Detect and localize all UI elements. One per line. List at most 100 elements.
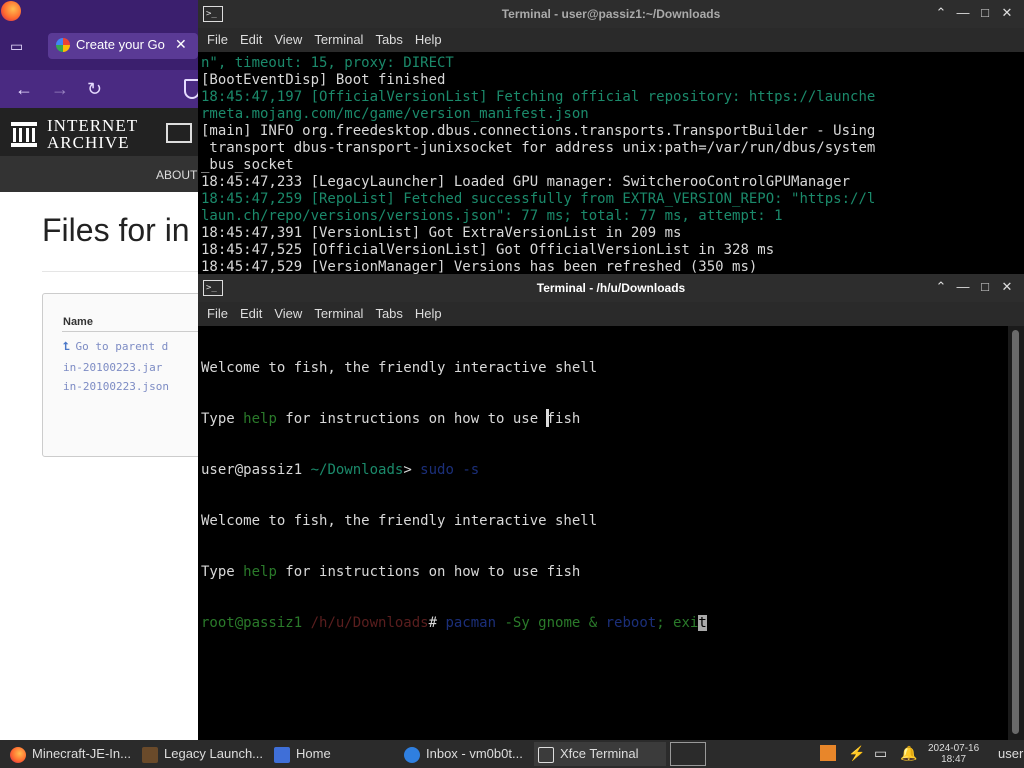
taskbar-item-inbox[interactable]: Inbox - vm0b0t... <box>404 742 526 766</box>
window-controls: ⌃ — □ ✕ <box>930 5 1018 21</box>
launcher-icon <box>142 746 158 763</box>
menu-bar: File Edit View Terminal Tabs Help <box>198 302 1024 326</box>
taskbar-item-label: Home <box>296 746 331 761</box>
terminal-line: 18:45:47,197 [OfficialVersionList] Fetch… <box>201 89 876 105</box>
line-text: for instructions on how to use fish <box>276 564 581 580</box>
menu-help[interactable]: Help <box>415 306 442 321</box>
titlebar[interactable]: >_ Terminal - /h/u/Downloads ⌃ — □ ✕ <box>198 274 1024 302</box>
taskbar-item-legacy-launcher[interactable]: Legacy Launch... <box>142 742 268 766</box>
menu-edit[interactable]: Edit <box>240 32 262 47</box>
divider <box>42 271 202 272</box>
reload-button[interactable]: ↻ <box>87 79 102 100</box>
prompt-path: /h/u/Downloads <box>302 615 429 631</box>
back-button[interactable]: ← <box>15 79 33 100</box>
ia-building-icon[interactable] <box>10 120 38 148</box>
workspace-switcher[interactable] <box>670 742 706 766</box>
terminal-line: rmeta.mojang.com/mc/game/version_manifes… <box>201 106 589 122</box>
menu-bar: File Edit View Terminal Tabs Help <box>198 28 1024 52</box>
ibeam-cursor-icon <box>546 409 549 427</box>
menu-file[interactable]: File <box>207 32 228 47</box>
prompt-symbol: > <box>403 462 421 478</box>
menu-terminal[interactable]: Terminal <box>314 32 363 47</box>
up-arrow-icon: ⮤ <box>63 340 70 353</box>
command-input-line[interactable]: root@passiz1 /h/u/Downloads# pacman -Sy … <box>201 615 1008 632</box>
file-link[interactable]: in-20100223.jar <box>63 361 162 374</box>
page-title: Files for in <box>42 212 190 248</box>
about-link[interactable]: ABOUT <box>156 168 197 182</box>
menu-view[interactable]: View <box>274 32 302 47</box>
menu-tabs[interactable]: Tabs <box>375 306 402 321</box>
menu-terminal[interactable]: Terminal <box>314 306 363 321</box>
taskbar-item-label: Inbox - vm0b0t... <box>426 746 523 761</box>
scrollbar[interactable] <box>1008 326 1024 740</box>
tab-list-icon[interactable]: ▭ <box>10 38 32 56</box>
folder-icon <box>274 746 290 763</box>
terminal-line: transport dbus-transport-junixsocket for… <box>201 140 876 156</box>
close-tab-icon[interactable]: ✕ <box>175 36 187 53</box>
notification-bell-icon[interactable]: 🔔 <box>900 745 917 762</box>
terminal-line: Type help for instructions on how to use… <box>201 411 1008 428</box>
minimize-button[interactable]: — <box>952 5 974 20</box>
file-link[interactable]: in-20100223.json <box>63 380 169 393</box>
line-text: Type <box>201 411 244 427</box>
taskbar-item-home[interactable]: Home <box>274 742 394 766</box>
titlebar[interactable]: >_ Terminal - user@passiz1:~/Downloads ⌃… <box>198 0 1024 28</box>
window-controls: ⌃ — □ ✕ <box>930 279 1018 295</box>
updates-icon[interactable] <box>820 745 836 761</box>
menu-tabs[interactable]: Tabs <box>375 32 402 47</box>
terminal-icon <box>538 746 554 763</box>
terminal-line: Type help for instructions on how to use… <box>201 564 1008 581</box>
terminal-line: n", timeout: 15, proxy: DIRECT <box>201 55 454 71</box>
maximize-button[interactable]: □ <box>974 5 996 20</box>
terminal-line: [main] INFO org.freedesktop.dbus.connect… <box>201 123 876 139</box>
clock[interactable]: 2024-07-16 18:47 <box>928 743 979 765</box>
maximize-button[interactable]: □ <box>974 279 996 294</box>
user-menu[interactable]: user <box>998 742 1024 766</box>
terminal-line: 18:45:47,259 [RepoList] Fetched successf… <box>201 191 876 207</box>
taskbar-item-terminal[interactable]: Xfce Terminal <box>534 742 666 766</box>
command-text: pacman <box>445 615 497 631</box>
window-title: Terminal - /h/u/Downloads <box>536 281 686 295</box>
file-link-label: Go to parent d <box>75 340 169 353</box>
command-text: -Sy gnome & <box>496 615 606 631</box>
terminal-output[interactable]: n", timeout: 15, proxy: DIRECT [BootEvent… <box>201 55 1002 276</box>
menu-file[interactable]: File <box>207 306 228 321</box>
prompt-user: user@passiz1 <box>201 462 303 478</box>
terminal-line: Welcome to fish, the friendly interactiv… <box>201 513 598 529</box>
taskbar-item-minecraft[interactable]: Minecraft-JE-In... <box>10 742 136 766</box>
close-button[interactable]: ✕ <box>996 279 1018 295</box>
divider <box>62 331 202 332</box>
terminal-window-front[interactable]: >_ Terminal - /h/u/Downloads ⌃ — □ ✕ File Ed… <box>198 274 1024 740</box>
menu-view[interactable]: View <box>274 306 302 321</box>
google-icon <box>56 38 70 52</box>
browser-tab[interactable]: Create your Go ✕ <box>48 33 198 59</box>
shade-button[interactable]: ⌃ <box>930 5 952 21</box>
terminal-line: laun.ch/repo/versions/versions.json": 77… <box>201 208 783 224</box>
menu-edit[interactable]: Edit <box>240 306 262 321</box>
battery-icon[interactable]: ▭ <box>874 745 887 762</box>
close-button[interactable]: ✕ <box>996 5 1018 21</box>
browser-tab-title: Create your Go <box>76 37 165 52</box>
parent-dir-link[interactable]: ⮤ Go to parent d <box>63 340 168 354</box>
taskbar-item-label: Legacy Launch... <box>164 746 264 761</box>
ia-logo-text[interactable]: INTERNET ARCHIVE <box>47 117 138 151</box>
minimize-button[interactable]: — <box>952 279 974 294</box>
terminal-line: 18:45:47,233 [LegacyLauncher] Loaded GPU… <box>201 174 851 190</box>
command-text: ; exi <box>656 615 699 631</box>
terminal-output[interactable]: Welcome to fish, the friendly interactiv… <box>201 326 1008 740</box>
shade-button[interactable]: ⌃ <box>930 279 952 295</box>
firefox-icon <box>10 746 26 763</box>
menu-help[interactable]: Help <box>415 32 442 47</box>
ia-logo-line2: ARCHIVE <box>47 133 130 152</box>
prompt-path: ~/Downloads <box>302 462 404 478</box>
window-title: Terminal - user@passiz1:~/Downloads <box>501 7 721 21</box>
forward-button[interactable]: → <box>51 79 69 100</box>
help-keyword: help <box>243 564 277 580</box>
text-cursor: t <box>698 615 707 631</box>
network-off-icon[interactable]: ⚡ <box>848 745 865 762</box>
firefox-icon <box>1 1 21 21</box>
ia-menu-icon[interactable] <box>166 123 192 143</box>
terminal-window-back[interactable]: >_ Terminal - user@passiz1:~/Downloads ⌃… <box>198 0 1024 276</box>
scrollbar-thumb[interactable] <box>1012 330 1019 734</box>
line-text: for instructions on how to use fish <box>276 411 581 427</box>
